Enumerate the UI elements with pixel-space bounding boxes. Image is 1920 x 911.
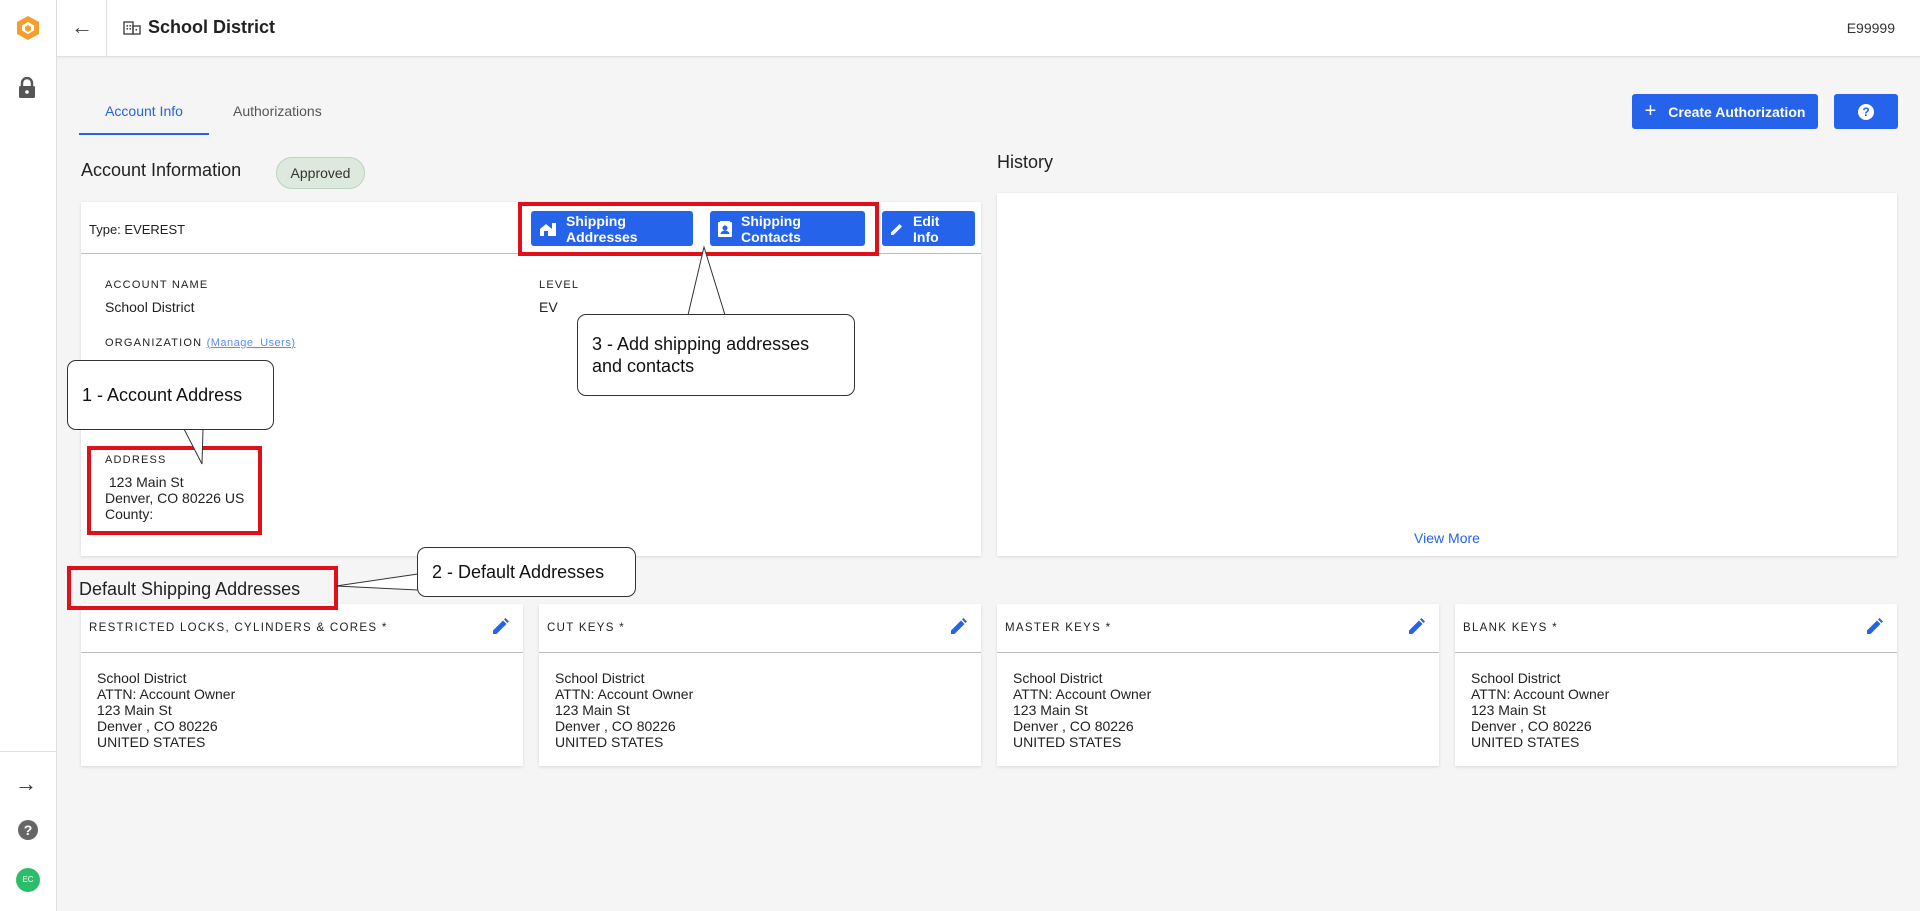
annotation-pointers: [183, 245, 726, 591]
callout-shipping: 3 - Add shipping addresses and contacts: [577, 314, 855, 396]
callout-default-addresses: 2 - Default Addresses: [417, 547, 636, 597]
callout-shipping-line2: and contacts: [592, 356, 695, 376]
callout-account-address: 1 - Account Address: [67, 360, 274, 430]
callout-shipping-line1: 3 - Add shipping addresses: [592, 334, 810, 354]
